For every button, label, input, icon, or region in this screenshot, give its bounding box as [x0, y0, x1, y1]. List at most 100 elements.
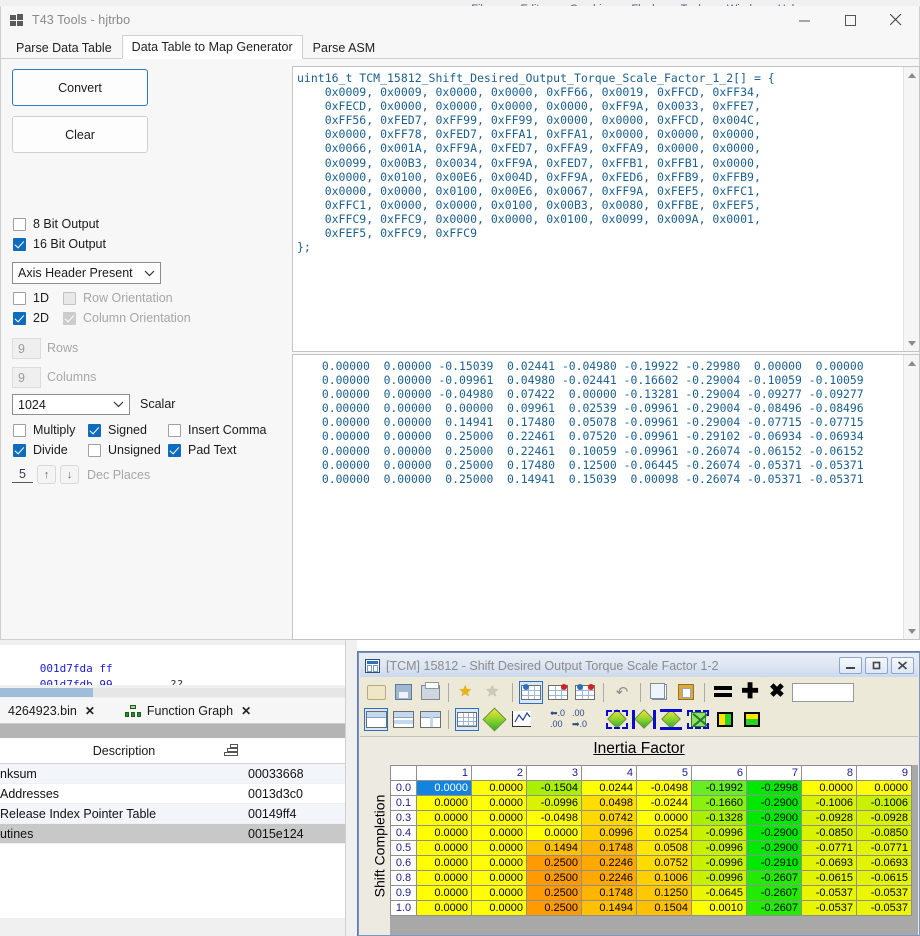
map-cell[interactable]: 0.0000 [856, 780, 912, 796]
scroll-up-icon[interactable] [904, 355, 919, 371]
undo-icon[interactable]: ↶ [610, 681, 634, 704]
dec-places-decrement-button[interactable]: ↓ [60, 465, 79, 484]
map-cell[interactable]: -0.2900 [746, 825, 802, 841]
map-row-header[interactable]: 0.9 [390, 885, 417, 901]
map-cell[interactable]: 0.0996 [581, 825, 637, 841]
map-cell[interactable]: -0.0693 [856, 855, 912, 871]
map-cell[interactable]: 0.0508 [636, 840, 692, 856]
map-cell[interactable]: 0.1250 [636, 885, 692, 901]
map-column-header[interactable]: 5 [636, 765, 692, 781]
map-cell[interactable]: -0.0537 [856, 885, 912, 901]
table-row[interactable]: utines 0015e124 [0, 824, 345, 844]
rows-input[interactable]: 9 [12, 338, 41, 359]
column-header-description[interactable]: Description [0, 744, 248, 758]
plus-icon[interactable]: ✚ [738, 681, 762, 704]
checkbox-2d[interactable]: 2D [13, 311, 49, 325]
table-row[interactable]: Addresses 0013d3c0 [0, 784, 345, 804]
map-cell[interactable]: -0.2900 [746, 840, 802, 856]
map-cell[interactable]: 0.0000 [471, 810, 527, 826]
save-icon[interactable] [391, 681, 415, 704]
checkbox-row-orientation[interactable]: Row Orientation [63, 291, 173, 305]
map-cell[interactable]: -0.0615 [856, 870, 912, 886]
table-compare-alt-icon[interactable] [573, 681, 597, 704]
hex-dump-horizontal-scrollbar[interactable] [0, 688, 345, 697]
minimize-button[interactable] [839, 657, 862, 674]
map-row-header[interactable]: 0.3 [390, 810, 417, 826]
map-row-header[interactable]: 0.0 [390, 780, 417, 796]
map-cell[interactable]: -0.0498 [636, 780, 692, 796]
interpolate-vertical-icon[interactable] [659, 708, 683, 731]
map-cell[interactable]: 0.2500 [526, 870, 582, 886]
map-cell[interactable]: -0.1328 [691, 810, 747, 826]
map-cell[interactable]: 0.0000 [416, 855, 472, 871]
scrollbar-thumb[interactable] [0, 688, 93, 697]
dec-places-increment-button[interactable]: ↑ [37, 465, 56, 484]
map-cell[interactable]: -0.0996 [691, 840, 747, 856]
paste-icon[interactable] [674, 681, 698, 704]
map-cell[interactable]: -0.0996 [691, 825, 747, 841]
map-cell[interactable]: -0.0771 [856, 840, 912, 856]
window-horizontal-split-icon[interactable] [391, 708, 415, 731]
map-cell[interactable]: -0.2900 [746, 810, 802, 826]
map-column-header[interactable]: 1 [416, 765, 472, 781]
split-horizontal-icon[interactable] [740, 708, 764, 731]
map-cell[interactable]: 0.1006 [636, 870, 692, 886]
multiply-icon[interactable]: ✖ [765, 681, 789, 704]
map-row-header[interactable]: 1.0 [390, 900, 417, 916]
window-vertical-split-icon[interactable] [418, 708, 442, 731]
map-cell[interactable]: 0.0000 [801, 780, 857, 796]
map-cell[interactable]: -0.0645 [691, 885, 747, 901]
table-compare-icon[interactable] [546, 681, 570, 704]
map-cell[interactable]: 0.0000 [471, 885, 527, 901]
scale-icon[interactable] [686, 708, 710, 731]
scroll-up-icon[interactable] [904, 67, 919, 83]
map-cell[interactable]: 0.2500 [526, 885, 582, 901]
map-cell[interactable]: -0.1992 [691, 780, 747, 796]
map-cell[interactable]: -0.2607 [746, 870, 802, 886]
map-cell[interactable]: 0.0000 [416, 870, 472, 886]
close-icon[interactable]: ✕ [85, 704, 95, 718]
map-column-header[interactable]: 9 [856, 765, 912, 781]
map-cell[interactable]: 0.0498 [581, 795, 637, 811]
dec-places-input[interactable]: 5 [12, 467, 33, 483]
clear-button[interactable]: Clear [12, 116, 148, 153]
map-cell[interactable]: 0.0742 [581, 810, 637, 826]
map-cell[interactable]: -0.0996 [526, 795, 582, 811]
map-cell[interactable]: -0.0537 [801, 885, 857, 901]
table-grid-icon[interactable] [455, 707, 479, 731]
copy-icon[interactable] [647, 681, 671, 704]
map-cell[interactable]: -0.0615 [801, 870, 857, 886]
map-cell[interactable]: 0.0000 [471, 855, 527, 871]
decimal-output-text[interactable]: 0.00000 0.00000 -0.15039 0.02441 -0.0498… [293, 355, 902, 639]
map-cell[interactable]: 0.0244 [581, 780, 637, 796]
map-cell[interactable]: 0.0000 [416, 840, 472, 856]
checkbox-insert-comma[interactable]: Insert Comma [168, 423, 267, 437]
graph-icon[interactable] [509, 708, 533, 731]
map-cell[interactable]: 0.0254 [636, 825, 692, 841]
minimize-button[interactable] [781, 6, 827, 34]
interpolate-left-icon[interactable] [605, 708, 629, 731]
map-cell[interactable]: -0.0850 [801, 825, 857, 841]
decimal-output-scrollbar[interactable] [903, 355, 919, 639]
map-column-header[interactable]: 3 [526, 765, 582, 781]
map-cell[interactable]: 0.0000 [471, 870, 527, 886]
value-input[interactable] [792, 682, 854, 702]
print-icon[interactable] [418, 681, 442, 704]
map-cell[interactable]: 0.0000 [471, 795, 527, 811]
map-cell[interactable]: -0.0537 [856, 900, 912, 916]
tab-data-table-to-map-generator[interactable]: Data Table to Map Generator [121, 35, 303, 59]
scroll-down-icon[interactable] [904, 623, 919, 639]
map-cell[interactable]: 0.0000 [416, 885, 472, 901]
tab-binary-file[interactable]: 4264923.bin ✕ [0, 698, 103, 723]
map-cell[interactable]: -0.0537 [801, 900, 857, 916]
map-cell[interactable]: 0.0000 [416, 795, 472, 811]
checkbox-divide[interactable]: Divide [13, 443, 68, 457]
map-cell[interactable]: -0.0244 [636, 795, 692, 811]
hex-dump-view[interactable]: 001d7fda ff ?? FFh 001d7fdb 99 ?? 99h 00… [0, 645, 345, 685]
map-cell[interactable]: 0.0000 [416, 900, 472, 916]
checkbox-1d[interactable]: 1D [13, 291, 49, 305]
map-cell[interactable]: -0.1006 [856, 795, 912, 811]
interpolate-right-icon[interactable] [632, 708, 656, 731]
map-cell[interactable]: -0.1660 [691, 795, 747, 811]
map-cell[interactable]: 0.0000 [471, 900, 527, 916]
